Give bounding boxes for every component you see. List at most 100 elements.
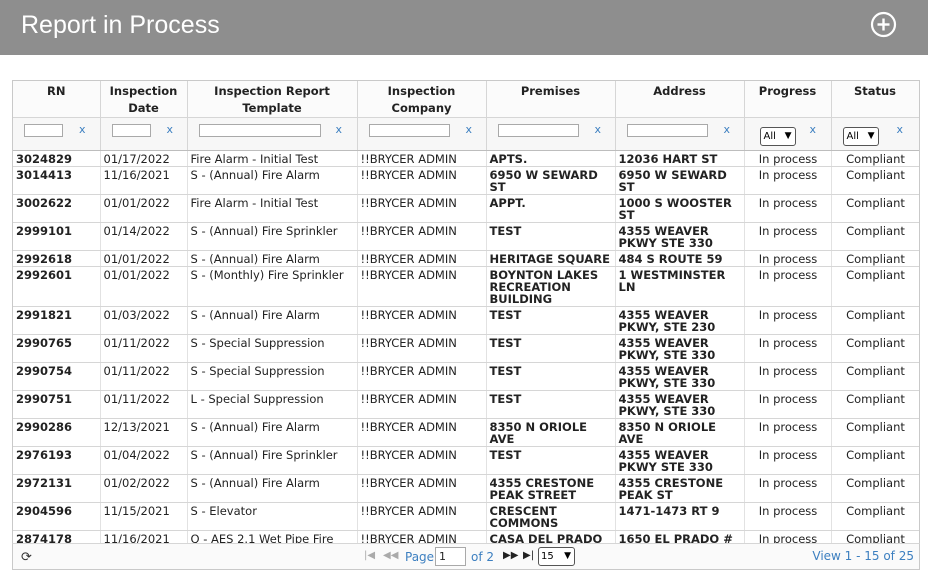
column-header-inspection-date[interactable]: Inspection Date xyxy=(100,81,188,118)
filter-input-premises[interactable] xyxy=(497,124,579,137)
cell-progress: In process xyxy=(744,334,832,363)
filter-cell-date: x xyxy=(100,117,188,151)
cell-company: !!BRYCER ADMIN xyxy=(357,306,487,335)
cell-address: 4355 WEAVER PKWY STE 330 xyxy=(615,222,745,251)
column-header-address[interactable]: Address xyxy=(615,81,745,118)
refresh-icon[interactable]: ⟳ xyxy=(21,550,32,565)
cell-progress: In process xyxy=(744,266,832,307)
cell-rn: 2992618 xyxy=(13,250,101,267)
table-row[interactable]: 2976193 01/04/2022 S - (Annual) Fire Sprin… xyxy=(13,446,919,475)
cell-address: 1000 S WOOSTER ST xyxy=(615,194,745,223)
cell-status: Compliant xyxy=(831,306,919,335)
cell-address: 12036 HART ST xyxy=(615,150,745,167)
cell-template: S - (Annual) Fire Alarm xyxy=(187,306,358,335)
table-row[interactable]: 2972131 01/02/2022 S - (Annual) Fire Alarm… xyxy=(13,474,919,503)
table-row[interactable]: 3014413 11/16/2021 S - (Annual) Fire Alarm… xyxy=(13,166,919,195)
filter-select-status[interactable]: All ▼ xyxy=(842,127,879,146)
page-number-input[interactable]: 1 xyxy=(435,547,466,566)
filter-cell-premises: x xyxy=(486,117,616,151)
next-page-icon[interactable]: ▶▶ xyxy=(503,550,518,561)
prev-page-icon[interactable]: ◀◀ xyxy=(383,550,398,561)
column-header-progress[interactable]: Progress xyxy=(744,81,832,118)
add-report-button[interactable] xyxy=(870,11,897,38)
cell-premises: TEST xyxy=(486,446,616,475)
cell-template: L - Special Suppression xyxy=(187,390,358,419)
chevron-down-icon: ▼ xyxy=(784,131,792,141)
clear-filter-progress[interactable]: x xyxy=(810,123,817,136)
cell-inspection-date: 01/01/2022 xyxy=(100,266,188,307)
cell-status: Compliant xyxy=(831,150,919,167)
column-header-premises[interactable]: Premises xyxy=(486,81,616,118)
page-count-label: of 2 xyxy=(471,550,495,564)
table-row[interactable]: 2992601 01/01/2022 S - (Monthly) Fire Spri… xyxy=(13,266,919,307)
first-page-icon[interactable]: |◀ xyxy=(364,550,375,561)
filter-cell-company: x xyxy=(357,117,487,151)
table-row[interactable]: 2991821 01/03/2022 S - (Annual) Fire Alarm… xyxy=(13,306,919,335)
cell-template: S - (Annual) Fire Alarm xyxy=(187,250,358,267)
clear-filter-rn[interactable]: x xyxy=(79,123,86,136)
table-row[interactable]: 3002622 01/01/2022 Fire Alarm - Initial Te… xyxy=(13,194,919,223)
table-row[interactable]: 2990754 01/11/2022 S - Special Suppression… xyxy=(13,362,919,391)
clear-filter-address[interactable]: x xyxy=(724,123,731,136)
cell-premises: TEST xyxy=(486,306,616,335)
cell-company: !!BRYCER ADMIN xyxy=(357,250,487,267)
cell-rn: 2992601 xyxy=(13,266,101,307)
cell-progress: In process xyxy=(744,166,832,195)
cell-rn: 2990754 xyxy=(13,362,101,391)
cell-company: !!BRYCER ADMIN xyxy=(357,266,487,307)
cell-premises: TEST xyxy=(486,334,616,363)
clear-filter-date[interactable]: x xyxy=(167,123,174,136)
cell-template: S - (Annual) Fire Alarm xyxy=(187,418,358,447)
cell-status: Compliant xyxy=(831,446,919,475)
cell-rn: 2990765 xyxy=(13,334,101,363)
table-row[interactable]: 2992618 01/01/2022 S - (Annual) Fire Alarm… xyxy=(13,250,919,267)
column-header-template[interactable]: Inspection Report Template xyxy=(187,81,358,118)
cell-template: S - Elevator xyxy=(187,502,358,531)
cell-premises: TEST xyxy=(486,362,616,391)
filter-input-address[interactable] xyxy=(626,124,708,137)
filter-cell-template: x xyxy=(187,117,358,151)
record-count-text: View 1 - 15 of 25 xyxy=(812,549,914,563)
table-row[interactable]: 2990751 01/11/2022 L - Special Suppression… xyxy=(13,390,919,419)
last-page-icon[interactable]: ▶| xyxy=(523,550,534,561)
table-row[interactable]: 3024829 01/17/2022 Fire Alarm - Initial Te… xyxy=(13,150,919,167)
cell-company: !!BRYCER ADMIN xyxy=(357,474,487,503)
filter-input-company[interactable] xyxy=(368,124,450,137)
clear-filter-template[interactable]: x xyxy=(336,123,343,136)
filter-input-template[interactable] xyxy=(198,124,321,137)
column-header-status[interactable]: Status xyxy=(831,81,919,118)
cell-address: 6950 W SEWARD ST xyxy=(615,166,745,195)
cell-premises: 8350 N ORIOLE AVE xyxy=(486,418,616,447)
table-row[interactable]: 2999101 01/14/2022 S - (Annual) Fire Sprin… xyxy=(13,222,919,251)
column-header-rn[interactable]: RN xyxy=(13,81,101,118)
cell-inspection-date: 01/01/2022 xyxy=(100,250,188,267)
clear-filter-premises[interactable]: x xyxy=(595,123,602,136)
cell-progress: In process xyxy=(744,362,832,391)
cell-rn: 2990286 xyxy=(13,418,101,447)
page-size-value: 15 xyxy=(541,551,554,562)
filter-input-date[interactable] xyxy=(111,124,151,137)
cell-address: 4355 WEAVER PKWY, STE 330 xyxy=(615,334,745,363)
cell-address: 4355 WEAVER PKWY, STE 330 xyxy=(615,390,745,419)
cell-template: S - Special Suppression xyxy=(187,334,358,363)
filter-input-rn[interactable] xyxy=(24,124,63,137)
cell-template: S - (Annual) Fire Alarm xyxy=(187,166,358,195)
table-row[interactable]: 2990286 12/13/2021 S - (Annual) Fire Alarm… xyxy=(13,418,919,447)
cell-company: !!BRYCER ADMIN xyxy=(357,150,487,167)
cell-address: 4355 WEAVER PKWY, STE 230 xyxy=(615,306,745,335)
filter-select-progress[interactable]: All ▼ xyxy=(759,127,796,146)
cell-status: Compliant xyxy=(831,222,919,251)
cell-template: S - (Annual) Fire Sprinkler xyxy=(187,446,358,475)
pager: ⟳ |◀ ◀◀ Page 1 of 2 ▶▶ ▶| 15 ▼ View 1 - … xyxy=(12,543,920,570)
column-header-company[interactable]: Inspection Company xyxy=(357,81,487,118)
cell-rn: 3014413 xyxy=(13,166,101,195)
cell-company: !!BRYCER ADMIN xyxy=(357,222,487,251)
cell-company: !!BRYCER ADMIN xyxy=(357,502,487,531)
table-row[interactable]: 2990765 01/11/2022 S - Special Suppression… xyxy=(13,334,919,363)
cell-address: 8350 N ORIOLE AVE xyxy=(615,418,745,447)
clear-filter-status[interactable]: x xyxy=(897,123,904,136)
table-row[interactable]: 2904596 11/15/2021 S - Elevator !!BRYCER AD… xyxy=(13,502,919,531)
clear-filter-company[interactable]: x xyxy=(466,123,473,136)
page-size-select[interactable]: 15 ▼ xyxy=(538,547,575,566)
cell-inspection-date: 01/03/2022 xyxy=(100,306,188,335)
